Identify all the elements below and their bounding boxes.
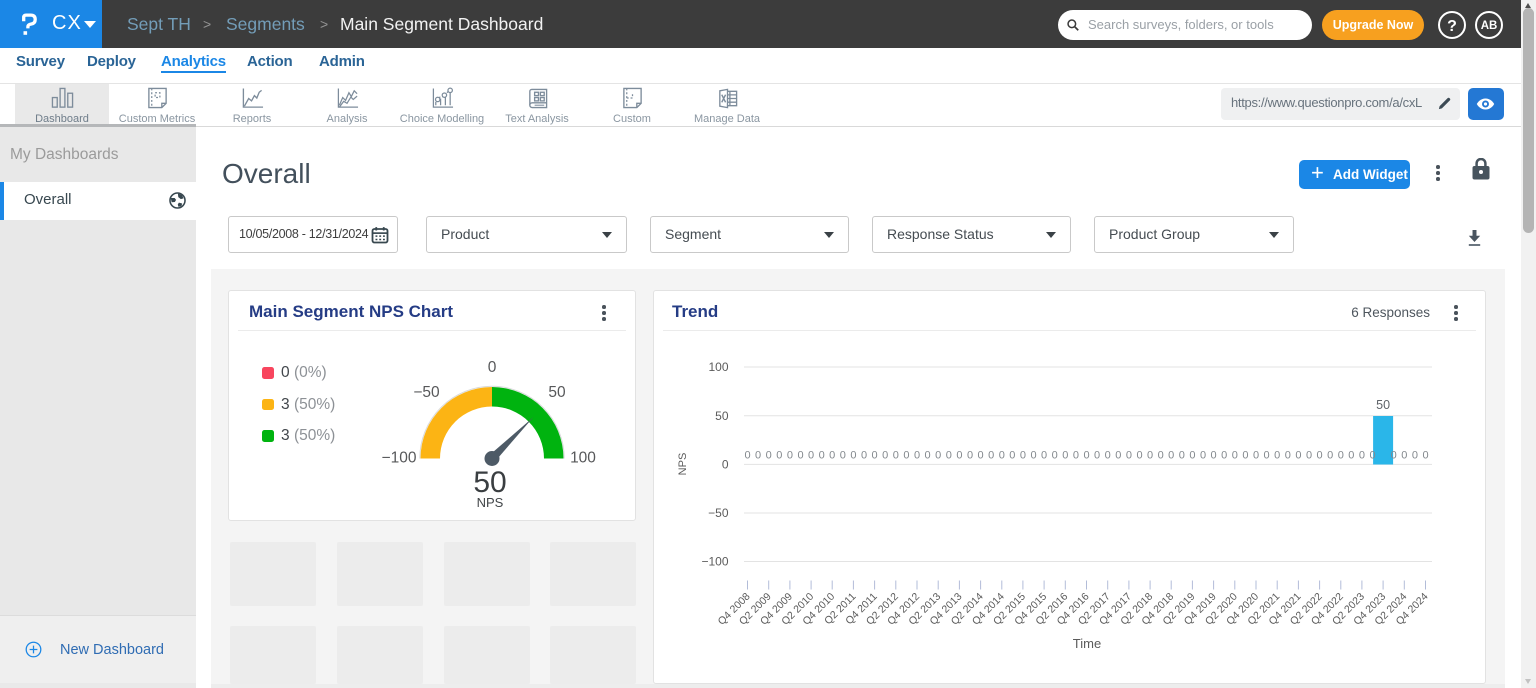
svg-text:0: 0 (1211, 450, 1217, 462)
svg-text:0: 0 (797, 450, 803, 462)
svg-text:0: 0 (903, 450, 909, 462)
svg-text:0: 0 (722, 457, 729, 471)
svg-text:0: 0 (840, 450, 846, 462)
svg-text:0: 0 (1041, 450, 1047, 462)
svg-text:0: 0 (1242, 450, 1248, 462)
svg-text:0: 0 (1317, 450, 1323, 462)
svg-text:0: 0 (787, 450, 793, 462)
svg-text:0: 0 (1083, 450, 1089, 462)
svg-text:0: 0 (1285, 450, 1291, 462)
svg-text:0: 0 (1327, 450, 1333, 462)
svg-text:NPS: NPS (477, 495, 504, 510)
svg-text:0: 0 (1200, 450, 1206, 462)
svg-text:100: 100 (708, 360, 728, 374)
svg-text:0: 0 (1338, 450, 1344, 462)
svg-text:NPS: NPS (677, 453, 689, 476)
svg-text:0: 0 (956, 450, 962, 462)
svg-text:−100: −100 (382, 450, 417, 467)
svg-text:0: 0 (1401, 450, 1407, 462)
svg-text:50: 50 (548, 384, 566, 401)
svg-text:0: 0 (893, 450, 899, 462)
svg-text:−50: −50 (413, 384, 440, 401)
svg-text:0: 0 (978, 450, 984, 462)
svg-text:0: 0 (1274, 450, 1280, 462)
svg-text:0: 0 (766, 450, 772, 462)
svg-text:0: 0 (1020, 450, 1026, 462)
svg-text:0: 0 (819, 450, 825, 462)
svg-text:0: 0 (1105, 450, 1111, 462)
svg-text:0: 0 (829, 450, 835, 462)
svg-text:0: 0 (1189, 450, 1195, 462)
svg-text:−100: −100 (701, 555, 728, 569)
svg-text:0: 0 (925, 450, 931, 462)
svg-text:50: 50 (1376, 398, 1390, 412)
svg-text:0: 0 (1073, 450, 1079, 462)
svg-text:0: 0 (988, 450, 994, 462)
svg-text:0: 0 (1126, 450, 1132, 462)
svg-text:0: 0 (1295, 450, 1301, 462)
svg-text:0: 0 (1062, 450, 1068, 462)
svg-text:0: 0 (1030, 450, 1036, 462)
svg-text:0: 0 (1052, 450, 1058, 462)
svg-text:0: 0 (1264, 450, 1270, 462)
svg-text:0: 0 (1422, 450, 1428, 462)
svg-text:0: 0 (935, 450, 941, 462)
svg-text:0: 0 (808, 450, 814, 462)
svg-text:0: 0 (1136, 450, 1142, 462)
svg-text:0: 0 (755, 450, 761, 462)
svg-text:0: 0 (1391, 450, 1397, 462)
svg-text:−50: −50 (708, 506, 729, 520)
svg-text:0: 0 (1168, 450, 1174, 462)
svg-text:0: 0 (1158, 450, 1164, 462)
svg-text:0: 0 (1348, 450, 1354, 462)
svg-text:0: 0 (1369, 450, 1375, 462)
svg-text:Time: Time (1073, 636, 1101, 651)
svg-text:0: 0 (1232, 450, 1238, 462)
svg-text:0: 0 (1115, 450, 1121, 462)
svg-text:0: 0 (1412, 450, 1418, 462)
svg-text:0: 0 (1253, 450, 1259, 462)
svg-text:0: 0 (1094, 450, 1100, 462)
svg-text:0: 0 (1147, 450, 1153, 462)
svg-text:0: 0 (882, 450, 888, 462)
svg-text:0: 0 (914, 450, 920, 462)
svg-text:0: 0 (1306, 450, 1312, 462)
svg-text:100: 100 (570, 450, 596, 467)
svg-text:0: 0 (872, 450, 878, 462)
svg-text:0: 0 (946, 450, 952, 462)
svg-text:0: 0 (1009, 450, 1015, 462)
svg-text:0: 0 (850, 450, 856, 462)
svg-text:0: 0 (967, 450, 973, 462)
svg-text:0: 0 (488, 359, 497, 376)
svg-text:50: 50 (715, 409, 729, 423)
svg-text:0: 0 (744, 450, 750, 462)
svg-text:0: 0 (776, 450, 782, 462)
svg-text:0: 0 (1179, 450, 1185, 462)
svg-text:0: 0 (1221, 450, 1227, 462)
svg-text:0: 0 (1359, 450, 1365, 462)
svg-text:0: 0 (861, 450, 867, 462)
svg-text:0: 0 (999, 450, 1005, 462)
